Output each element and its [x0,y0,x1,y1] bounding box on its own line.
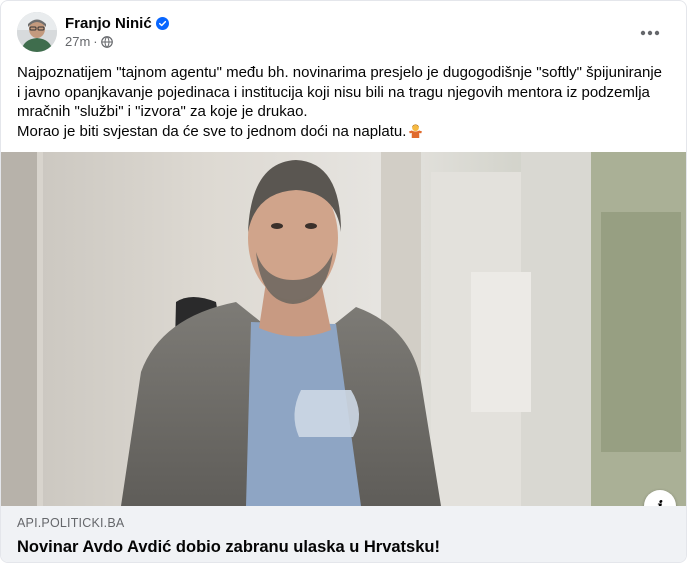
post-text-line: i javno opanjkavanje pojedinaca i instit… [17,83,650,101]
link-preview-card[interactable]: API.POLITICKI.BA Novinar Avdo Avdić dobi… [1,506,686,562]
facebook-post: Franjo Ninić 27m · Najpoznatijem "tajnom… [0,0,687,563]
post-text-line: Morao je biti svjestan da će sve to jedn… [17,122,407,140]
separator-dot: · [93,34,98,49]
author-avatar[interactable] [17,12,57,52]
author-meta: Franjo Ninić 27m · [65,15,169,49]
post-timestamp[interactable]: 27m [65,34,90,49]
author-name-row: Franjo Ninić [65,15,169,32]
author-name[interactable]: Franjo Ninić [65,15,152,32]
globe-icon[interactable] [100,35,113,48]
verified-badge-icon [155,17,169,30]
more-options-icon[interactable] [636,19,664,47]
post-text-line: Najpoznatijem "tajnom agentu" među bh. n… [17,64,662,81]
link-preview-image[interactable]: i [1,152,686,506]
post-text-line: mračnih "službi" i "izvora" za koje je d… [17,103,308,121]
post-header: Franjo Ninić 27m · [17,11,670,53]
avatar-image [17,12,57,52]
post-subline: 27m · [65,34,169,49]
link-domain: API.POLITICKI.BA [17,516,125,530]
post-text: Najpoznatijem "tajnom agentu" među bh. n… [17,63,672,141]
post-text-last: Morao je biti svjestan da će sve to jedn… [17,122,672,142]
link-title[interactable]: Novinar Avdo Avdić dobio zabranu ulaska … [17,538,672,557]
photo-illustration [1,152,686,506]
person-shrugging-emoji [408,123,423,138]
